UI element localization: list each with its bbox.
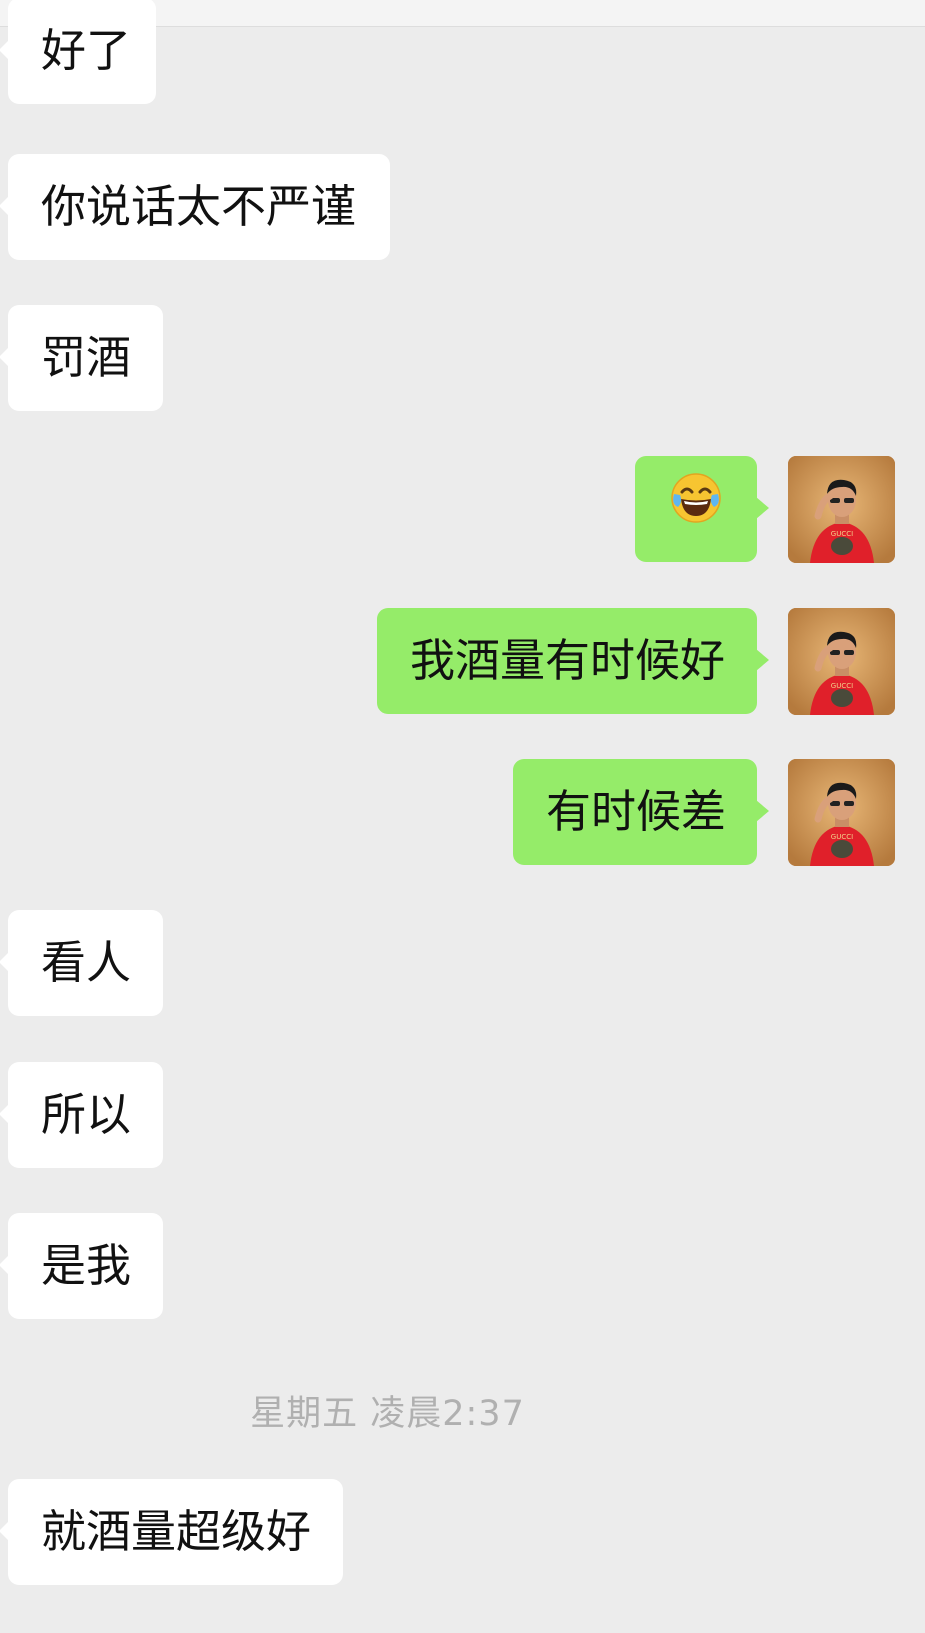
message-text: 就酒量超级好	[41, 1505, 312, 1558]
message-text: 我酒量有时候好	[410, 634, 726, 687]
message-text: 看人	[41, 936, 132, 989]
avatar[interactable]: GUCCI	[788, 608, 895, 715]
message-row: 好了	[0, 0, 925, 108]
incoming-message-bubble[interactable]: 是我	[0, 1213, 163, 1319]
incoming-message-bubble[interactable]: 罚酒	[0, 305, 163, 411]
face-with-tears-of-joy-emoji	[670, 456, 722, 562]
message-text: 罚酒	[41, 331, 132, 384]
message-row: 你说话太不严谨	[0, 154, 925, 264]
svg-text:GUCCI: GUCCI	[831, 530, 853, 538]
message-row: 看人	[0, 910, 925, 1020]
avatar[interactable]: GUCCI	[788, 759, 895, 866]
timestamp-divider: 星期五 凌晨2:37	[250, 1394, 525, 1434]
message-text: 有时候差	[546, 785, 727, 838]
incoming-message-bubble[interactable]: 看人	[0, 910, 163, 1016]
message-text: 好了	[41, 24, 132, 77]
incoming-message-bubble[interactable]: 就酒量超级好	[0, 1479, 343, 1585]
outgoing-message-bubble[interactable]: 我酒量有时候好	[377, 608, 769, 714]
outgoing-message-bubble[interactable]: 有时候差	[513, 759, 769, 865]
message-row: 是我	[0, 1213, 925, 1323]
svg-text:GUCCI: GUCCI	[831, 833, 853, 841]
message-row: 我酒量有时候好 GUCCI	[0, 608, 925, 718]
message-row: 有时候差 GUCCI	[0, 759, 925, 869]
message-row: 所以	[0, 1062, 925, 1172]
incoming-message-bubble[interactable]: 你说话太不严谨	[0, 154, 390, 260]
incoming-message-bubble[interactable]: 好了	[0, 0, 156, 104]
avatar[interactable]: GUCCI	[788, 456, 895, 563]
message-text: 是我	[41, 1239, 132, 1292]
svg-text:GUCCI: GUCCI	[831, 682, 853, 690]
message-row: 就酒量超级好	[0, 1479, 925, 1589]
message-row: 罚酒	[0, 305, 925, 415]
outgoing-message-bubble[interactable]	[635, 456, 769, 562]
message-text: 你说话太不严谨	[41, 180, 357, 233]
message-text: 所以	[41, 1088, 132, 1141]
message-row: GUCCI	[0, 456, 925, 566]
incoming-message-bubble[interactable]: 所以	[0, 1062, 163, 1168]
